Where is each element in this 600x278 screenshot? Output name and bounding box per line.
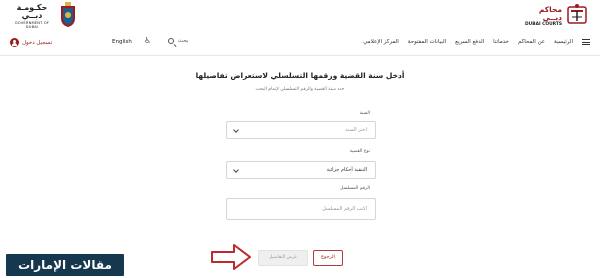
nav-item-about-courts[interactable]: عن المحاكم [518, 39, 545, 45]
case-type-select[interactable]: التنفيذ أحكام جزائية [226, 161, 376, 179]
accessibility-icon[interactable]: ♿ [144, 37, 151, 45]
serial-number-label: الرقم المسلسل [340, 186, 370, 191]
chevron-down-icon [233, 167, 239, 173]
arrow-right-icon [211, 244, 251, 270]
dubai-emblem-icon [61, 2, 75, 27]
case-type-value: التنفيذ أحكام جزائية [326, 167, 367, 173]
chevron-down-icon [233, 127, 239, 133]
nav-item-services[interactable]: خدماتنا [493, 39, 509, 45]
back-button[interactable]: الرجوع [313, 250, 343, 266]
government-of-dubai-logo[interactable]: حكـومـة دبــي GOVERNMENT OF DUBAI [8, 2, 78, 28]
user-icon [10, 38, 19, 47]
search-placeholder: بحث [178, 38, 189, 44]
search-input[interactable]: بحث [168, 38, 188, 44]
serial-number-input[interactable]: اكتب الرقم المسلسل [226, 198, 376, 220]
dubai-courts-emblem-icon [567, 4, 587, 24]
nav-item-media-center[interactable]: المركز الإعلامي [363, 39, 399, 45]
login-label: تسجيل دخول [22, 39, 53, 46]
serial-number-placeholder: اكتب الرقم المسلسل [322, 206, 367, 212]
watermark-banner: مقالات الإمارات [6, 254, 124, 276]
page-subtitle: حدد سنة القضية والرقم التسلسلي لإتمام ال… [255, 87, 345, 92]
gov-logo-arabic: حكـومـة دبــي [16, 3, 48, 20]
main-nav: الرئيسية عن المحاكم خدماتنا الدفع السريع… [363, 38, 590, 45]
nav-item-open-data[interactable]: البيانات المفتوحة [408, 39, 446, 45]
gov-logo-text: حكـومـة دبــي GOVERNMENT OF DUBAI [8, 4, 56, 29]
search-icon [168, 38, 174, 44]
case-type-label: نوع القضية [349, 149, 370, 154]
year-label: السنة [359, 111, 370, 116]
hamburger-menu-icon[interactable] [582, 39, 590, 45]
dubai-courts-logo[interactable]: محاكم دبــي DUBAI COURTS [518, 3, 588, 27]
courts-logo-text: محاكم دبــي DUBAI COURTS [518, 6, 562, 27]
header-bar: تسجيل دخول English ♿ بحث الرئيسية عن الم… [0, 34, 600, 56]
view-details-button[interactable]: عرض التفاصيل [258, 250, 308, 266]
nav-item-quick-pay[interactable]: الدفع السريع [455, 39, 484, 45]
courts-logo-english: DUBAI COURTS [525, 22, 562, 27]
language-toggle[interactable]: English [112, 39, 132, 45]
courts-logo-arabic: محاكم دبــي [538, 5, 562, 22]
gov-logo-english: GOVERNMENT OF DUBAI [14, 21, 50, 29]
page-title: أدخل سنة القضية ورقمها التسلسلي لاستعراض… [195, 71, 405, 80]
year-select[interactable]: اختر السنة [226, 121, 376, 139]
nav-item-home[interactable]: الرئيسية [554, 39, 573, 45]
login-button[interactable]: تسجيل دخول [10, 38, 52, 47]
year-placeholder: اختر السنة [345, 127, 367, 133]
